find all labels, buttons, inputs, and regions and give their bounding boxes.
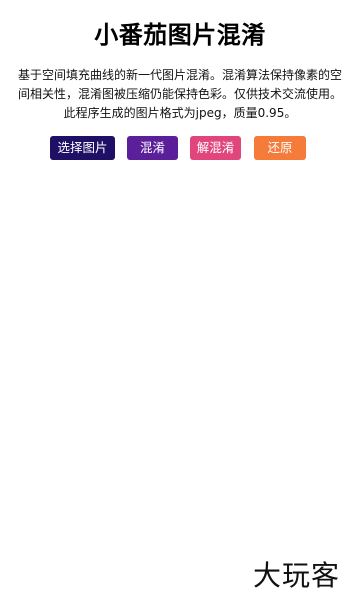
restore-button[interactable]: 还原 [254,136,306,160]
image-preview-area [16,172,344,542]
toolbar: 选择图片 混淆 解混淆 还原 [0,136,360,160]
watermark-logo: 大玩客 [252,559,340,592]
deobfuscate-button[interactable]: 解混淆 [190,136,241,160]
select-image-button[interactable]: 选择图片 [50,136,115,160]
page-description: 基于空间填充曲线的新一代图片混淆。混淆算法保持像素的空间相关性，混淆图被压缩仍能… [17,68,342,120]
obfuscate-button[interactable]: 混淆 [127,136,178,160]
page-title: 小番茄图片混淆 [94,21,266,49]
